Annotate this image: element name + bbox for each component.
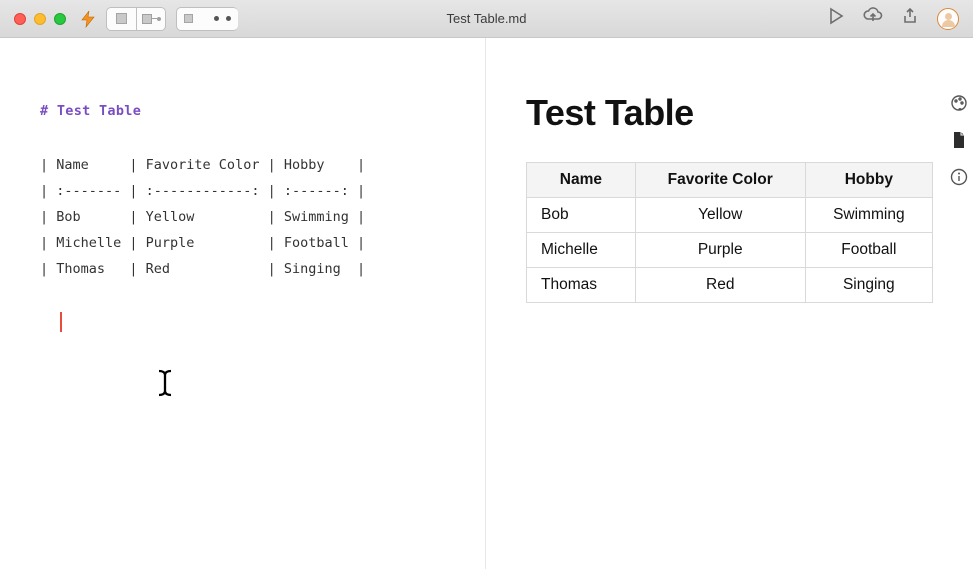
td-hobby: Swimming xyxy=(805,198,932,233)
info-icon[interactable] xyxy=(950,168,968,191)
editor-line[interactable]: | Michelle | Purple | Football | xyxy=(40,235,365,251)
preview-table: Name Favorite Color Hobby Bob Yellow Swi… xyxy=(526,162,933,303)
table-header-row: Name Favorite Color Hobby xyxy=(527,163,933,198)
view-mode-segment[interactable] xyxy=(106,7,166,31)
titlebar: Test Table.md xyxy=(0,0,973,38)
editor-line[interactable]: | Thomas | Red | Singing | xyxy=(40,261,365,277)
close-button[interactable] xyxy=(14,13,26,25)
th-color: Favorite Color xyxy=(635,163,805,198)
layout-segment[interactable] xyxy=(176,7,238,31)
dot-icon xyxy=(214,16,219,21)
td-color: Purple xyxy=(635,233,805,268)
editor-source[interactable]: | Name | Favorite Color | Hobby | | :---… xyxy=(40,152,485,282)
window-controls xyxy=(14,13,66,25)
layout-dual[interactable] xyxy=(176,7,238,31)
th-hobby: Hobby xyxy=(805,163,932,198)
editor-pane[interactable]: # Test Table | Name | Favorite Color | H… xyxy=(0,38,486,569)
toolbar-right xyxy=(827,7,959,30)
td-color: Yellow xyxy=(635,198,805,233)
text-caret xyxy=(60,312,62,332)
editor-line[interactable]: | Name | Favorite Color | Hobby | xyxy=(40,157,365,173)
bolt-icon[interactable] xyxy=(80,10,96,28)
theme-palette-icon[interactable] xyxy=(950,94,968,117)
editor-line[interactable]: | Bob | Yellow | Swimming | xyxy=(40,209,365,225)
play-icon[interactable] xyxy=(827,7,845,30)
main: # Test Table | Name | Favorite Color | H… xyxy=(0,38,973,569)
square-icon xyxy=(184,14,193,23)
table-row: Thomas Red Singing xyxy=(527,268,933,303)
editor-line-h1[interactable]: # Test Table xyxy=(40,98,485,124)
td-name: Thomas xyxy=(527,268,636,303)
td-name: Michelle xyxy=(527,233,636,268)
square-icon xyxy=(116,13,127,24)
editor-line[interactable]: | :------- | :------------: | :------: | xyxy=(40,183,365,199)
account-avatar[interactable] xyxy=(937,8,959,30)
maximize-button[interactable] xyxy=(54,13,66,25)
minimize-button[interactable] xyxy=(34,13,46,25)
view-mode-outline[interactable] xyxy=(136,7,166,31)
ibeam-cursor-icon xyxy=(155,368,175,400)
preview-pane: Test Table Name Favorite Color Hobby Bob… xyxy=(486,38,973,569)
side-rail xyxy=(945,94,973,191)
dot-icon xyxy=(226,16,231,21)
td-color: Red xyxy=(635,268,805,303)
table-row: Bob Yellow Swimming xyxy=(527,198,933,233)
td-hobby: Singing xyxy=(805,268,932,303)
td-hobby: Football xyxy=(805,233,932,268)
table-row: Michelle Purple Football xyxy=(527,233,933,268)
share-icon[interactable] xyxy=(901,7,919,30)
cloud-upload-icon[interactable] xyxy=(863,7,883,30)
td-name: Bob xyxy=(527,198,636,233)
th-name: Name xyxy=(527,163,636,198)
preview-title: Test Table xyxy=(526,92,933,134)
outline-icon xyxy=(142,14,161,24)
view-mode-single[interactable] xyxy=(106,7,136,31)
pdf-icon[interactable] xyxy=(951,131,967,154)
